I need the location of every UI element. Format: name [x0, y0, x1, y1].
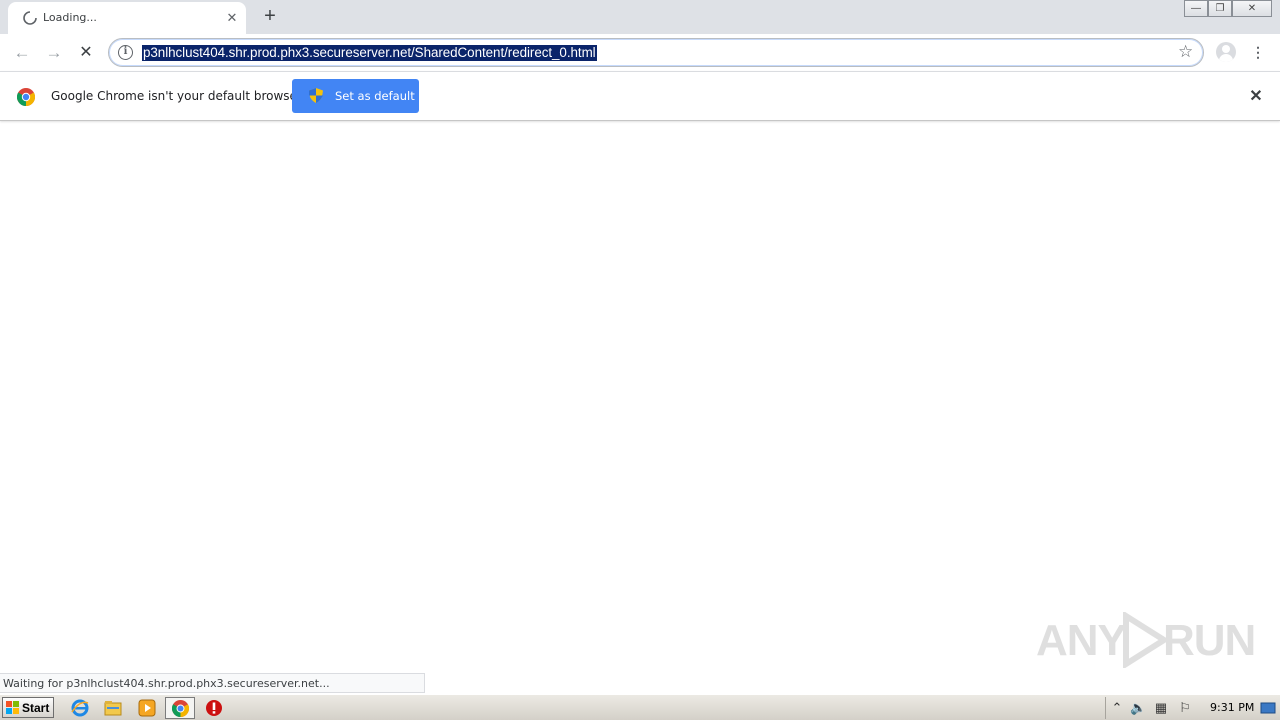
start-button[interactable]: Start [2, 697, 54, 718]
media-player-icon[interactable] [137, 698, 157, 718]
tab-title: Loading... [43, 11, 97, 24]
volume-icon[interactable]: 🔈 [1130, 700, 1146, 716]
network-icon[interactable]: ▦ [1153, 700, 1169, 716]
forward-button[interactable]: → [42, 41, 66, 65]
info-icon[interactable]: i [118, 45, 133, 60]
back-button[interactable]: ← [10, 41, 34, 65]
anyrun-watermark-logo: ANY RUN [1036, 608, 1256, 670]
stop-button[interactable]: ✕ [74, 41, 98, 65]
chrome-logo-icon [17, 88, 35, 106]
chrome-taskbar-button[interactable] [165, 697, 195, 719]
taskbar-clock[interactable]: 9:31 PM [1210, 701, 1254, 714]
toolbar: ← → ✕ i p3nlhclust404.shr.prod.phx3.secu… [0, 34, 1280, 71]
windows-flag-icon [6, 701, 19, 714]
show-desktop-icon[interactable] [1260, 700, 1276, 716]
tab-strip: Loading... ✕ + — ❐ ✕ [0, 0, 1280, 34]
play-triangle-icon [1123, 612, 1168, 668]
set-as-default-button[interactable]: Set as default [292, 79, 419, 113]
system-tray: ⌃ 🔈 ▦ ⚐ 9:31 PM [1105, 697, 1280, 719]
uac-shield-icon [309, 88, 323, 103]
chrome-taskbar-icon [172, 700, 189, 717]
new-tab-button[interactable]: + [258, 6, 282, 28]
tab-loading[interactable]: Loading... ✕ [8, 2, 246, 34]
default-browser-infobar: Google Chrome isn't your default browser… [0, 71, 1280, 121]
restore-button[interactable]: ❐ [1208, 0, 1232, 17]
loading-spinner-icon [23, 11, 37, 25]
profile-avatar-icon[interactable] [1216, 42, 1236, 62]
set-as-default-label: Set as default [335, 89, 415, 103]
stop-sign-app-icon[interactable] [204, 698, 224, 718]
file-explorer-icon[interactable] [103, 698, 123, 718]
internet-explorer-icon[interactable] [70, 698, 90, 718]
window-close-button[interactable]: ✕ [1232, 0, 1272, 17]
minimize-button[interactable]: — [1184, 0, 1208, 17]
taskbar: Start ⌃ 🔈 ▦ ⚐ 9:31 PM [0, 694, 1280, 720]
infobar-close-icon[interactable]: ✕ [1246, 87, 1266, 107]
watermark-text-left: ANY [1036, 616, 1127, 665]
start-label: Start [22, 701, 50, 715]
infobar-message: Google Chrome isn't your default browser [51, 89, 302, 103]
status-bubble: Waiting for p3nlhclust404.shr.prod.phx3.… [0, 673, 425, 693]
address-bar[interactable]: i p3nlhclust404.shr.prod.phx3.secureserv… [108, 38, 1204, 67]
action-center-flag-icon[interactable]: ⚐ [1177, 700, 1193, 716]
avatar-head [1222, 45, 1230, 53]
tab-close-icon[interactable]: ✕ [224, 10, 240, 26]
avatar-body [1219, 54, 1233, 62]
bookmark-star-icon[interactable]: ☆ [1178, 42, 1193, 62]
chrome-menu-button[interactable]: ⋮ [1250, 40, 1266, 64]
show-hidden-icons-icon[interactable]: ⌃ [1109, 700, 1125, 716]
watermark-text-right: RUN [1163, 616, 1256, 665]
url-text[interactable]: p3nlhclust404.shr.prod.phx3.secureserver… [142, 45, 597, 61]
